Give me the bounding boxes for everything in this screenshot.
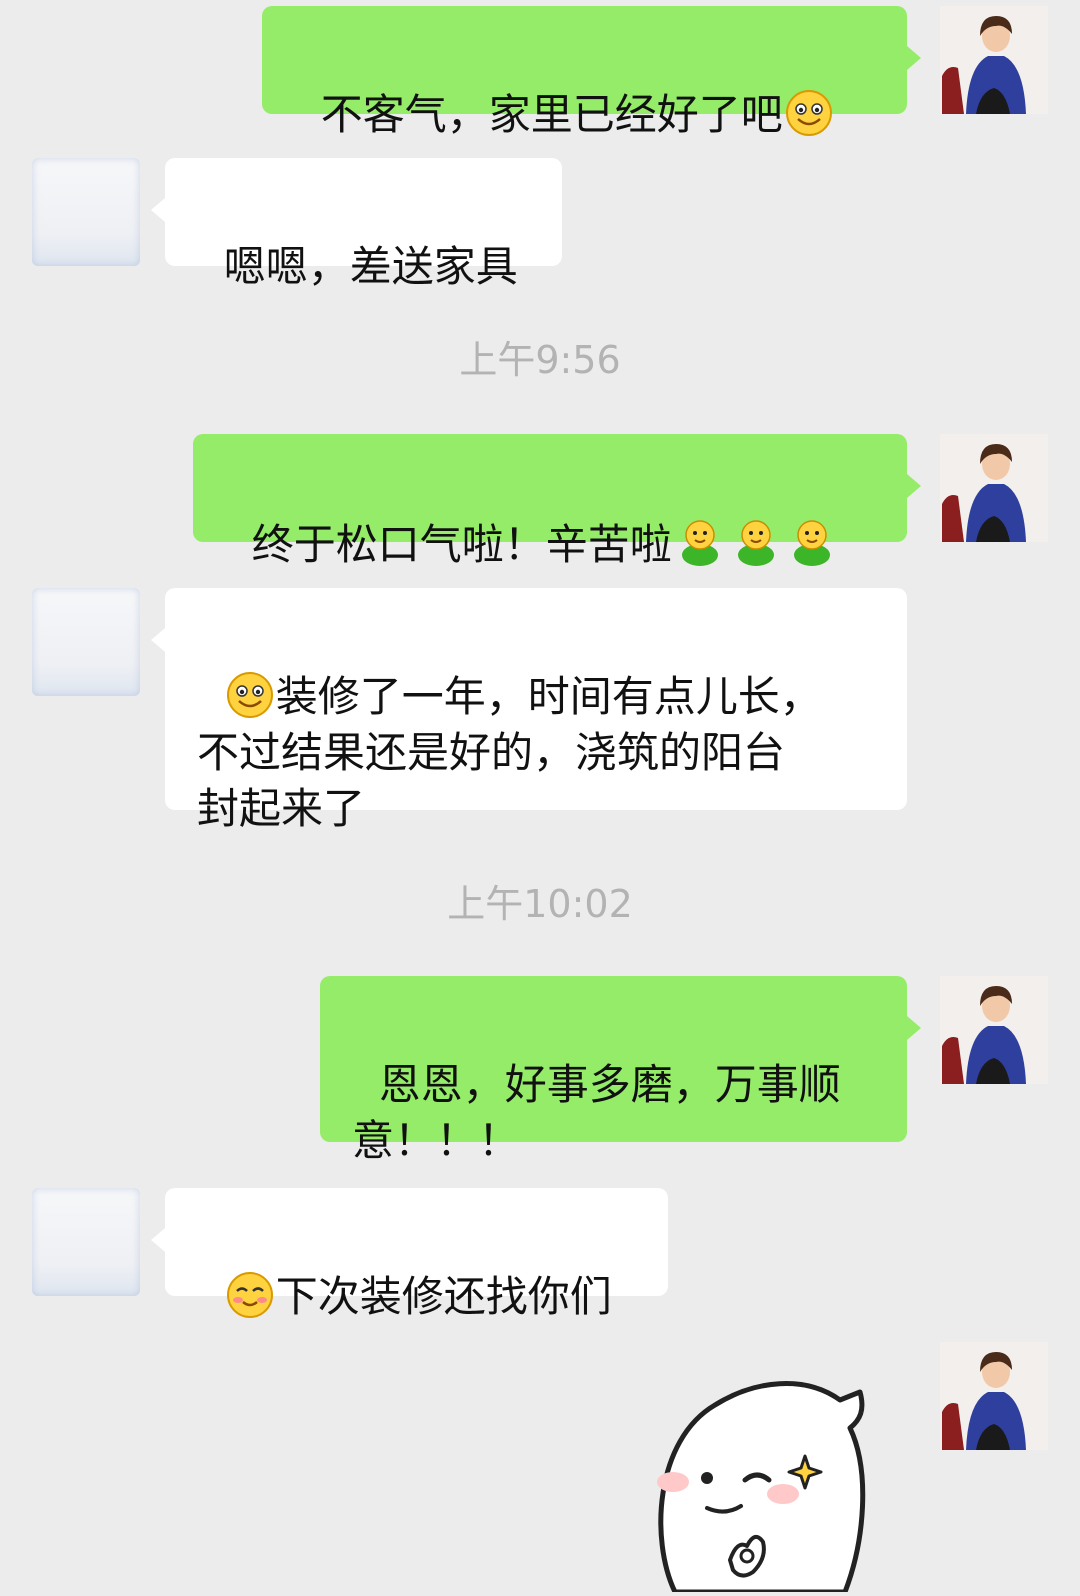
green-baby-icon [674, 515, 726, 567]
avatar-photo-drawing [940, 976, 1048, 1084]
message-bubble-self[interactable]: 恩恩，好事多磨，万事顺 意！！！ [320, 976, 921, 1165]
smile-icon [226, 671, 274, 719]
wink-ok-sticker[interactable] [645, 1360, 885, 1595]
message-bubble-self[interactable]: 终于松口气啦！辛苦啦 [193, 434, 921, 569]
message-bubble-self[interactable]: 不客气，家里已经好了吧 [262, 6, 921, 139]
message-bubble-contact[interactable]: 嗯嗯，差送家具 [151, 158, 562, 291]
message-text: 不客气，家里已经好了吧 [320, 90, 783, 139]
smile-icon [785, 89, 833, 137]
message-text: 装修了一年，时间有点儿长， 不过结果还是好的，浇筑的阳台 封起来了 [197, 672, 822, 833]
message-text: 下次装修还找你们 [275, 1272, 612, 1321]
contact-avatar[interactable] [32, 1188, 140, 1296]
contact-avatar[interactable] [32, 158, 140, 266]
message-text: 嗯嗯，差送家具 [223, 242, 518, 291]
contact-avatar[interactable] [32, 588, 140, 696]
message-text: 恩恩，好事多磨，万事顺 意！！！ [352, 1060, 841, 1165]
blush-icon [226, 1271, 274, 1319]
message-text: 终于松口气啦！辛苦啦 [251, 520, 672, 569]
green-baby-icon [730, 515, 782, 567]
timestamp: 上午10:02 [447, 882, 633, 926]
timestamp: 上午9:56 [459, 338, 621, 382]
avatar-photo-drawing [940, 6, 1048, 114]
message-bubble-contact[interactable]: 下次装修还找你们 [151, 1188, 668, 1321]
avatar-photo-drawing [940, 434, 1048, 542]
green-baby-icon [786, 515, 838, 567]
avatar-photo-drawing [940, 1342, 1048, 1450]
message-bubble-contact[interactable]: 装修了一年，时间有点儿长， 不过结果还是好的，浇筑的阳台 封起来了 [151, 588, 907, 833]
